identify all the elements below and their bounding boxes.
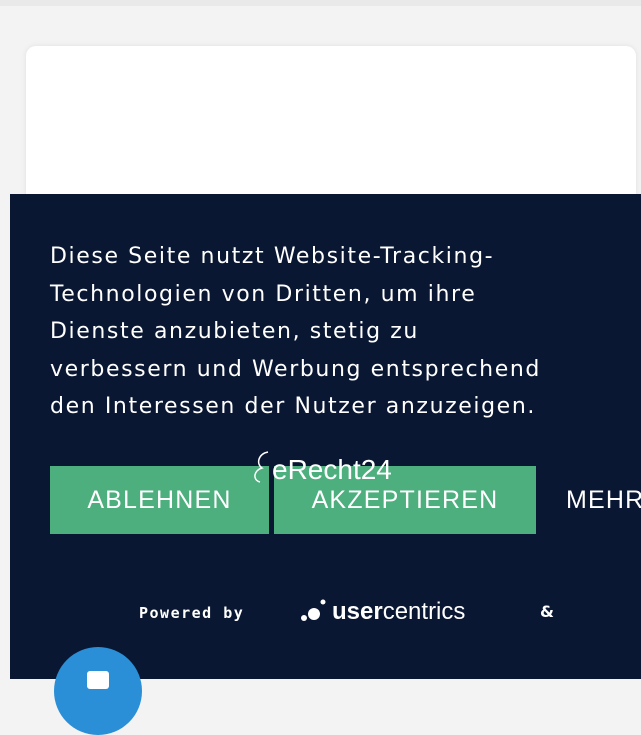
usercentrics-logo-icon: [301, 599, 326, 621]
powered-by-label: Powered by: [139, 604, 245, 622]
more-button[interactable]: MEHR: [540, 466, 641, 534]
powered-by-row: Powered by usercentrics &: [10, 594, 641, 634]
cookie-consent-banner: Diese Seite nutzt Website-Tracking- Tech…: [10, 194, 641, 679]
reject-button[interactable]: ABLEHNEN: [50, 466, 269, 534]
usercentrics-regular: centrics: [382, 598, 466, 625]
erecht24-logo-icon: [254, 451, 269, 483]
consent-message: Diese Seite nutzt Website-Tracking- Tech…: [50, 244, 541, 419]
chat-button[interactable]: [54, 647, 142, 735]
chat-icon: [87, 671, 109, 689]
erecht24-label: eRecht24: [272, 454, 392, 485]
ampersand: &: [540, 602, 554, 621]
top-divider: [0, 0, 641, 6]
usercentrics-bold: user: [332, 598, 383, 625]
usercentrics-link[interactable]: usercentrics: [332, 598, 465, 626]
